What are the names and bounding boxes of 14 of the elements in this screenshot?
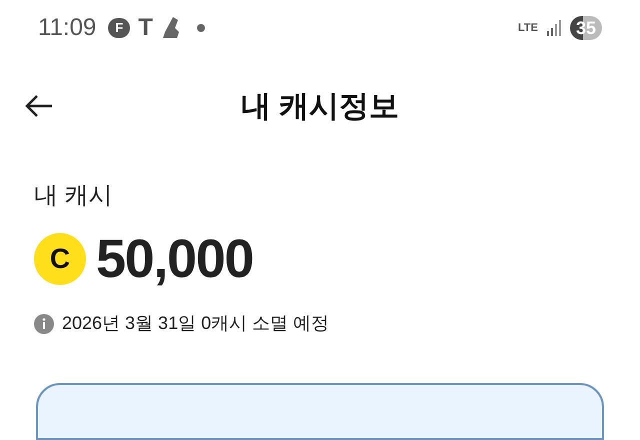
shoe-icon [160,16,181,40]
network-type: LTE [518,22,538,34]
dot-icon [196,24,205,32]
cash-label: 내 캐시 [34,181,114,212]
info-icon [34,314,54,334]
signal-icon [546,20,562,36]
cash-amount: 50,000 [96,232,254,286]
page-title: 내 캐시정보 [240,88,400,125]
status-time: 11:09 [38,13,96,44]
notification-icon: F [108,18,130,38]
expiry-notice: 2026년 3월 31일 0캐시 소멸 예정 [62,312,330,336]
back-arrow-icon[interactable] [24,94,54,118]
notification-icon: T [138,16,153,40]
cash-coin-icon: C [34,233,86,286]
